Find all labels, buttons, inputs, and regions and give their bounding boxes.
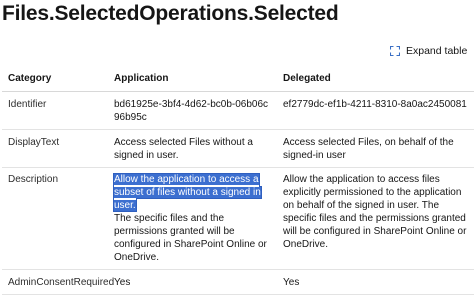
expand-icon	[390, 46, 400, 56]
expand-table-button[interactable]: Expand table	[390, 42, 467, 60]
cell-category: Identifier	[2, 91, 108, 130]
permissions-table: Category Application Delegated Identifie…	[2, 64, 474, 295]
table-row-description: Description Allow the application to acc…	[2, 167, 474, 270]
cell-delegated: ef2779dc-ef1b-4211-8310-8a0ac2450081	[277, 91, 474, 130]
selected-text-highlight[interactable]: Allow the application to access a subset…	[113, 173, 262, 212]
cell-category: Description	[2, 167, 108, 270]
cell-application: bd61925e-3bf4-4d62-bc0b-06b06c96b95c	[108, 91, 277, 130]
cell-category: AdminConsentRequired	[2, 269, 114, 295]
cell-delegated: Yes	[277, 269, 474, 295]
table-row-displaytext: DisplayText Access selected Files withou…	[2, 129, 474, 168]
header-delegated: Delegated	[277, 64, 474, 92]
cell-category: DisplayText	[2, 129, 108, 168]
cell-application: Yes	[108, 269, 277, 295]
cell-delegated: Access selected Files, on behalf of the …	[277, 129, 474, 168]
cell-application[interactable]: Allow the application to access a subset…	[108, 167, 277, 270]
header-application: Application	[108, 64, 277, 92]
header-category: Category	[2, 64, 108, 92]
page-title: Files.SelectedOperations.Selected	[2, 2, 339, 25]
cell-application: Access selected Files without a signed i…	[108, 129, 277, 168]
table-row-adminconsent: AdminConsentRequired Yes Yes	[2, 269, 474, 295]
cell-delegated: Allow the application to access files ex…	[277, 167, 474, 270]
table-header-row: Category Application Delegated	[2, 64, 474, 92]
expand-table-label: Expand table	[406, 45, 468, 57]
table-row-identifier: Identifier bd61925e-3bf4-4d62-bc0b-06b06…	[2, 91, 474, 130]
description-rest: The specific files and the permissions g…	[114, 213, 267, 263]
